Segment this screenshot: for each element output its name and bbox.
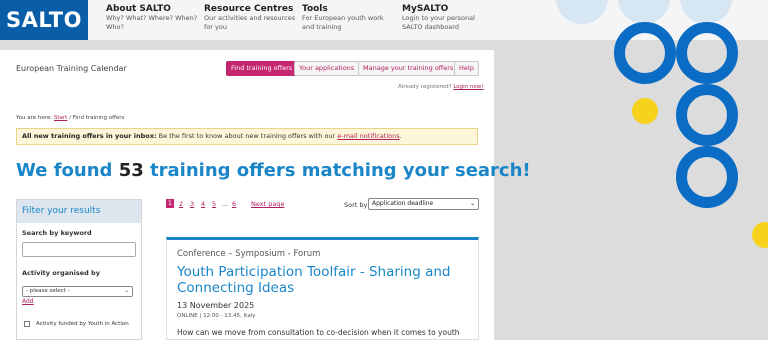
- next-page-link[interactable]: Next page: [251, 200, 284, 208]
- filter-sidebar: Filter your results Search by keyword Ac…: [16, 199, 142, 340]
- headline-pre: We found: [16, 160, 113, 181]
- sort-select[interactable]: Application deadline ⌄: [368, 198, 479, 210]
- page-3-link[interactable]: 3: [190, 200, 194, 208]
- help-button[interactable]: Help: [454, 61, 479, 76]
- chevron-down-icon: ⌄: [469, 200, 475, 207]
- page-2-link[interactable]: 2: [179, 200, 183, 208]
- sort-value: Application deadline: [372, 200, 434, 207]
- organised-by-label: Activity organised by: [22, 269, 100, 277]
- keyword-label: Search by keyword: [22, 229, 92, 237]
- offer-description: How can we move from consultation to co-…: [177, 328, 460, 337]
- nav-about-salto[interactable]: About SALTO Why? What? Where? When? Who?: [106, 4, 197, 31]
- breadcrumb: You are here: Start / Find training offe…: [16, 115, 124, 121]
- sort-label: Sort by: [344, 201, 368, 209]
- breadcrumb-prefix: You are here:: [16, 115, 53, 121]
- login-link[interactable]: Login now!: [453, 84, 483, 90]
- nav-subtitle: for you: [204, 22, 227, 31]
- keyword-input[interactable]: [22, 242, 136, 257]
- registered-label: Already registered?: [398, 84, 452, 90]
- offer-meta: ONLINE | 12.00 - 13.45, Italy: [177, 313, 256, 319]
- breadcrumb-start-link[interactable]: Start: [54, 115, 67, 121]
- page-4-link[interactable]: 4: [201, 200, 205, 208]
- add-organiser-link[interactable]: Add: [22, 298, 34, 305]
- offer-title-link[interactable]: Youth Participation Toolfair - Sharing a…: [177, 264, 467, 296]
- notice-end: .: [399, 132, 402, 140]
- funded-label: Activity funded by Youth in Action: [36, 321, 129, 327]
- email-notification-banner: All new training offers in your inbox: B…: [16, 128, 478, 145]
- filter-heading[interactable]: Filter your results: [17, 200, 141, 223]
- salto-logo[interactable]: SALTO: [0, 0, 88, 40]
- decor-circle-yellow: [752, 222, 768, 248]
- decor-circle-yellow: [632, 98, 658, 124]
- find-training-offers-button[interactable]: Find training offers: [226, 61, 298, 76]
- nav-title: Tools: [302, 4, 328, 14]
- nav-mysalto[interactable]: MySALTO Login to your personal SALTO das…: [402, 4, 475, 31]
- nav-subtitle: Login to your personal: [402, 14, 475, 22]
- breadcrumb-current: Find training offers: [72, 115, 125, 121]
- nav-subtitle: Who?: [106, 22, 124, 31]
- page-6-link[interactable]: 6: [232, 200, 236, 208]
- nav-subtitle: SALTO dashboard: [402, 22, 459, 31]
- email-notifications-link[interactable]: e-mail notifications: [337, 132, 399, 140]
- page-5-link[interactable]: 5: [212, 200, 216, 208]
- chevron-down-icon: ⌄: [124, 288, 129, 294]
- nav-title: About SALTO: [106, 4, 171, 14]
- nav-tools[interactable]: Tools For European youth work and traini…: [302, 4, 384, 31]
- breadcrumb-separator: /: [69, 115, 71, 121]
- results-headline: We found 53 training offers matching you…: [16, 160, 531, 181]
- decor-ring: [676, 146, 738, 208]
- organised-by-value: - please select -: [26, 288, 70, 294]
- section-title: European Training Calendar: [16, 64, 127, 73]
- page-1-current[interactable]: 1: [166, 199, 174, 208]
- pagination-ellipsis: ...: [222, 200, 229, 208]
- nav-title: Resource Centres: [204, 4, 294, 14]
- decor-ring: [676, 84, 738, 146]
- your-applications-button[interactable]: Your applications: [294, 61, 360, 76]
- nav-subtitle: Our activities and resources: [204, 14, 296, 22]
- offer-date: 13 November 2025: [177, 301, 255, 310]
- decor-ring: [614, 22, 676, 84]
- nav-subtitle: Why? What? Where? When?: [106, 14, 198, 22]
- decor-ring: [676, 22, 738, 84]
- nav-subtitle: and training: [302, 22, 342, 31]
- registered-text: Already registered? Login now!: [398, 84, 483, 90]
- results-count: 53: [118, 160, 144, 181]
- nav-title: MySALTO: [402, 4, 449, 14]
- nav-resource-centres[interactable]: Resource Centres Our activities and reso…: [204, 4, 295, 31]
- training-offer-card[interactable]: Conference – Symposium - Forum Youth Par…: [166, 237, 479, 340]
- headline-post: training offers matching your search!: [150, 160, 531, 181]
- notice-text: Be the first to know about new training …: [158, 132, 336, 140]
- organised-by-select[interactable]: - please select - ⌄: [22, 286, 133, 297]
- nav-subtitle: For European youth work: [302, 14, 384, 22]
- manage-training-offers-button[interactable]: Manage your training offers: [358, 61, 459, 76]
- funded-checkbox[interactable]: [24, 321, 30, 327]
- notice-bold: All new training offers in your inbox:: [22, 132, 157, 140]
- offer-category: Conference – Symposium - Forum: [177, 249, 321, 259]
